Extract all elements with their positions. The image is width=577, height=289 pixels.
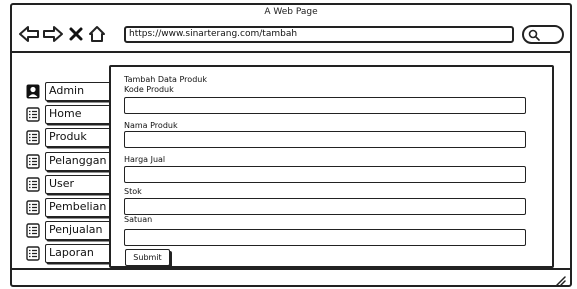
user-icon: [26, 84, 40, 99]
list-icon: [26, 107, 40, 122]
home-icon[interactable]: [88, 25, 106, 43]
kode-produk-input[interactable]: [124, 97, 526, 114]
search-button[interactable]: [522, 25, 564, 44]
browser-titlebar: A Web Page https://www.sinarterang.com/t…: [12, 5, 570, 53]
list-icon: [26, 223, 40, 238]
resize-grip-icon[interactable]: [554, 271, 566, 286]
satuan-input[interactable]: [124, 229, 526, 246]
list-icon: [26, 177, 40, 192]
search-icon: [528, 29, 540, 41]
submit-button[interactable]: Submit: [125, 249, 170, 266]
url-input[interactable]: https://www.sinarterang.com/tambah: [124, 26, 514, 43]
list-icon: [26, 246, 40, 261]
list-icon: [26, 130, 40, 145]
stok-label: Stok: [124, 187, 142, 196]
stok-input[interactable]: [124, 198, 526, 215]
window-title: A Web Page: [264, 7, 318, 17]
list-icon: [26, 154, 40, 169]
nama-produk-input[interactable]: [124, 131, 526, 148]
status-bar: [12, 268, 570, 286]
close-x-icon[interactable]: [68, 25, 84, 43]
browser-window: A Web Page https://www.sinarterang.com/t…: [10, 3, 572, 287]
forward-arrow-icon[interactable]: [42, 25, 64, 43]
harga-jual-label: Harga Jual: [124, 155, 166, 164]
form-title: Tambah Data Produk: [124, 75, 207, 84]
list-icon: [26, 200, 40, 215]
back-arrow-icon[interactable]: [18, 25, 40, 43]
satuan-label: Satuan: [124, 215, 153, 224]
harga-jual-input[interactable]: [124, 166, 526, 183]
nama-produk-label: Nama Produk: [124, 121, 178, 130]
kode-produk-label: Kode Produk: [124, 85, 174, 94]
add-product-form: Tambah Data Produk Kode Produk Nama Prod…: [109, 65, 554, 268]
